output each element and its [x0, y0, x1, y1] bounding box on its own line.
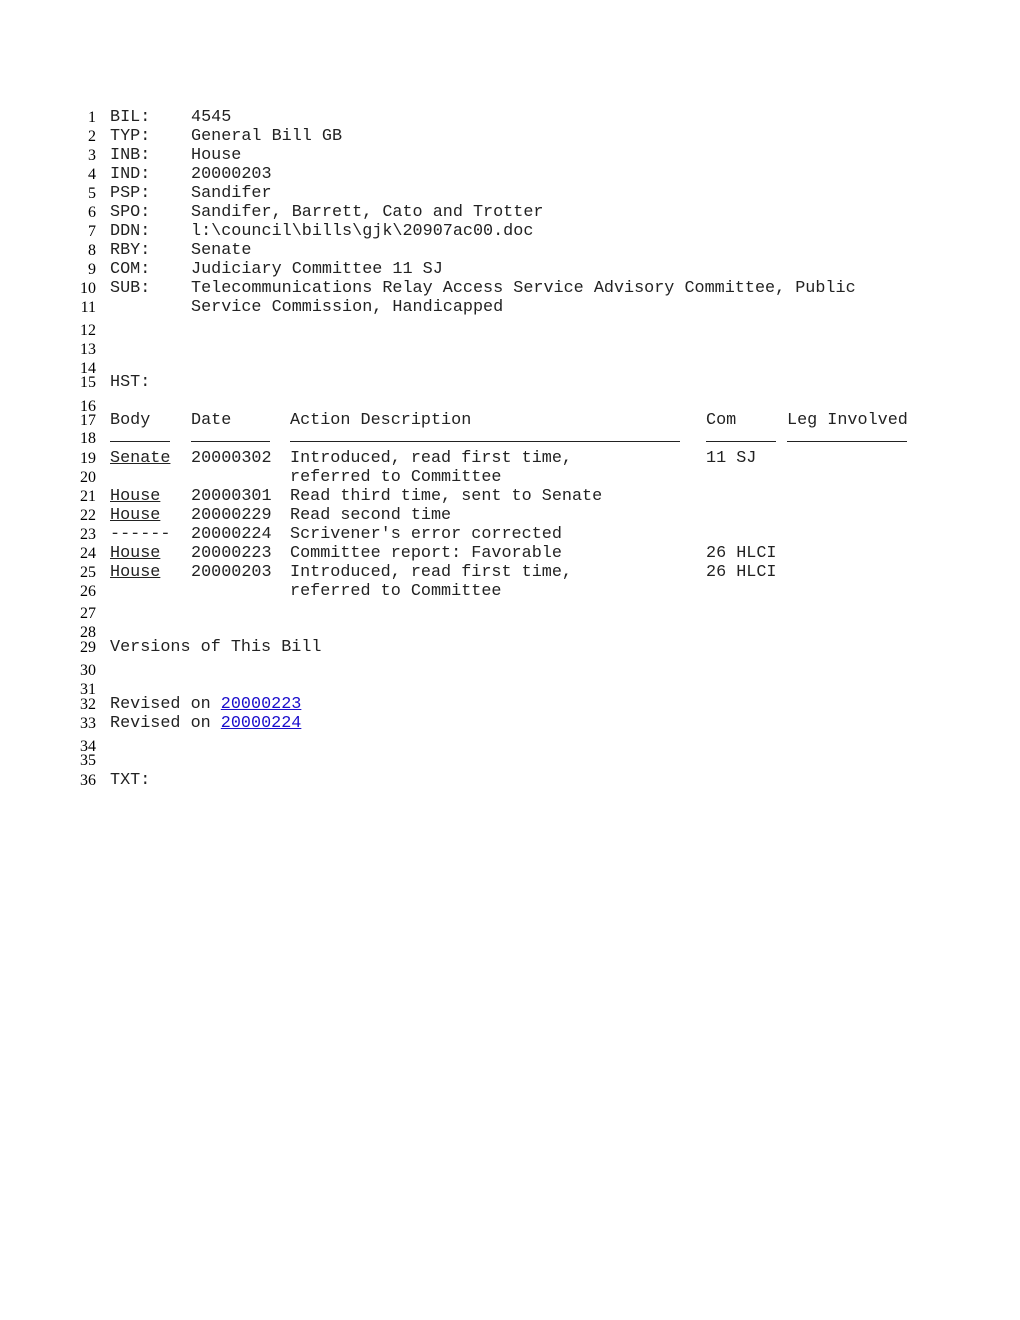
field-label-bil: BIL: — [110, 108, 151, 127]
underline-body — [110, 441, 170, 442]
column-header-date: Date — [191, 411, 232, 430]
line-number: 11 — [80, 299, 96, 316]
line-number: 13 — [80, 341, 96, 358]
line-number: 21 — [80, 488, 96, 505]
line-number: 33 — [80, 715, 96, 732]
history-date: 20000302 — [191, 449, 272, 468]
body-link-senate[interactable]: Senate — [110, 449, 170, 468]
line-number: 8 — [88, 242, 96, 259]
field-value-ddn: l:\council\bills\gjk\20907ac00.doc — [191, 222, 534, 241]
line-number: 26 — [80, 583, 96, 600]
version-prefix: Revised on — [110, 695, 221, 714]
history-action: Introduced, read first time, — [290, 563, 572, 582]
column-header-com: Com — [706, 411, 737, 430]
body-link-house[interactable]: House — [110, 506, 160, 525]
line-number: 1 — [88, 109, 96, 126]
line-number: 10 — [80, 280, 96, 297]
line-number: 3 — [88, 147, 96, 164]
version-prefix: Revised on — [110, 714, 221, 733]
history-label: HST: — [110, 373, 151, 392]
version-item: Revised on 20000223 — [110, 695, 301, 714]
field-label-ddn: DDN: — [110, 222, 151, 241]
history-com: 26 HLCI — [706, 563, 777, 582]
body-link-house[interactable]: House — [110, 544, 160, 563]
column-header-body: Body — [110, 411, 151, 430]
version-link[interactable]: 20000224 — [221, 714, 302, 733]
history-action: Read second time — [290, 506, 452, 525]
field-label-inb: INB: — [110, 146, 151, 165]
history-date: 20000301 — [191, 487, 272, 506]
version-item: Revised on 20000224 — [110, 714, 301, 733]
field-label-spo: SPO: — [110, 203, 151, 222]
history-date: 20000203 — [191, 563, 272, 582]
history-com: 26 HLCI — [706, 544, 777, 563]
field-label-sub: SUB: — [110, 279, 151, 298]
field-value-bil: 4545 — [191, 108, 232, 127]
field-label-typ: TYP: — [110, 127, 151, 146]
line-number: 20 — [80, 469, 96, 486]
history-body-none: ------ — [110, 525, 171, 544]
line-number: 6 — [88, 204, 96, 221]
line-number: 30 — [80, 662, 96, 679]
line-number: 25 — [80, 564, 96, 581]
field-value-rby: Senate — [191, 241, 252, 260]
underline-leg — [787, 441, 907, 442]
column-header-action: Action Description — [290, 411, 472, 430]
line-number: 24 — [80, 545, 96, 562]
line-number: 5 — [88, 185, 96, 202]
line-number: 9 — [88, 261, 96, 278]
line-number: 29 — [80, 639, 96, 656]
field-value-spo: Sandifer, Barrett, Cato and Trotter — [191, 203, 544, 222]
underline-date — [191, 441, 270, 442]
versions-title: Versions of This Bill — [110, 638, 322, 657]
line-number: 36 — [80, 772, 96, 789]
history-action-continued: referred to Committee — [290, 468, 502, 487]
underline-com — [706, 441, 776, 442]
line-number: 15 — [80, 374, 96, 391]
history-action-continued: referred to Committee — [290, 582, 502, 601]
line-number: 32 — [80, 696, 96, 713]
line-number: 17 — [80, 412, 96, 429]
line-number: 12 — [80, 322, 96, 339]
txt-label: TXT: — [110, 771, 151, 790]
history-date: 20000229 — [191, 506, 272, 525]
line-number: 35 — [80, 752, 96, 769]
field-value-com: Judiciary Committee 11 SJ — [191, 260, 443, 279]
body-link-house[interactable]: House — [110, 563, 160, 582]
field-value-sub-continued: Service Commission, Handicapped — [191, 298, 504, 317]
history-date: 20000224 — [191, 525, 272, 544]
history-date: 20000223 — [191, 544, 272, 563]
line-number: 19 — [80, 450, 96, 467]
history-action: Scrivener's error corrected — [290, 525, 562, 544]
column-header-leg: Leg Involved — [787, 411, 908, 430]
field-label-psp: PSP: — [110, 184, 151, 203]
line-number: 27 — [80, 605, 96, 622]
body-link-house[interactable]: House — [110, 487, 160, 506]
history-com: 11 SJ — [706, 449, 757, 468]
version-link[interactable]: 20000223 — [221, 695, 302, 714]
field-label-ind: IND: — [110, 165, 151, 184]
history-action: Introduced, read first time, — [290, 449, 572, 468]
field-label-rby: RBY: — [110, 241, 151, 260]
field-value-psp: Sandifer — [191, 184, 272, 203]
line-number: 22 — [80, 507, 96, 524]
line-number: 7 — [88, 223, 96, 240]
history-action: Read third time, sent to Senate — [290, 487, 603, 506]
field-value-ind: 20000203 — [191, 165, 272, 184]
line-number: 23 — [80, 526, 96, 543]
line-number: 4 — [88, 166, 96, 183]
underline-action — [290, 441, 680, 442]
field-label-com: COM: — [110, 260, 151, 279]
field-value-typ: General Bill GB — [191, 127, 343, 146]
history-action: Committee report: Favorable — [290, 544, 562, 563]
field-value-inb: House — [191, 146, 242, 165]
header-underlines — [0, 429, 1020, 448]
field-value-sub: Telecommunications Relay Access Service … — [191, 279, 856, 298]
line-number: 2 — [88, 128, 96, 145]
